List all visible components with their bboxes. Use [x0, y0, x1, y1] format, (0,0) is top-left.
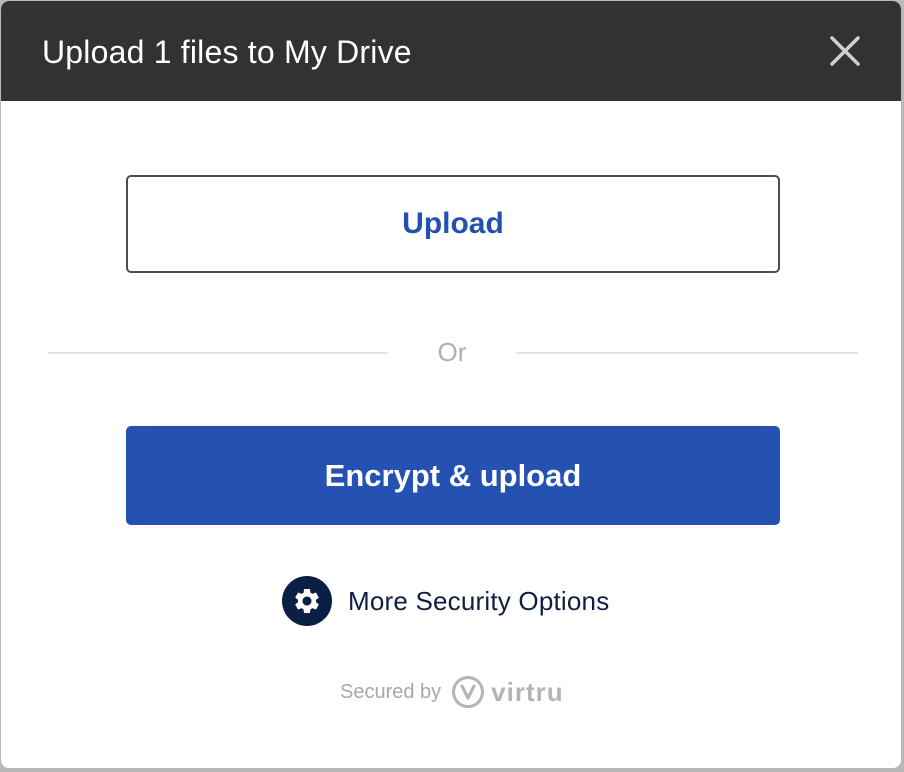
virtru-wordmark: virtru [491, 676, 564, 707]
gear-icon [295, 589, 319, 613]
more-security-options[interactable]: More Security Options [282, 576, 609, 626]
upload-dialog: Upload 1 files to My Drive Upload Or Enc… [1, 1, 901, 768]
secured-by-footer: Secured by virtru [340, 673, 564, 711]
gear-icon-container [282, 576, 332, 626]
virtru-logo: virtru [451, 675, 563, 709]
dialog-title: Upload 1 files to My Drive [42, 34, 412, 70]
secured-by-text: Secured by [340, 680, 442, 703]
or-separator: Or [437, 337, 467, 367]
close-button[interactable] [825, 31, 865, 71]
virtru-logo-icon [452, 676, 485, 708]
divider-right [516, 352, 858, 354]
upload-button[interactable]: Upload [126, 175, 780, 273]
dialog-header: Upload 1 files to My Drive [1, 1, 901, 101]
encrypt-upload-button[interactable]: Encrypt & upload [126, 426, 780, 525]
more-security-options-label: More Security Options [348, 585, 610, 616]
divider-left [48, 352, 388, 354]
close-icon [830, 36, 860, 66]
